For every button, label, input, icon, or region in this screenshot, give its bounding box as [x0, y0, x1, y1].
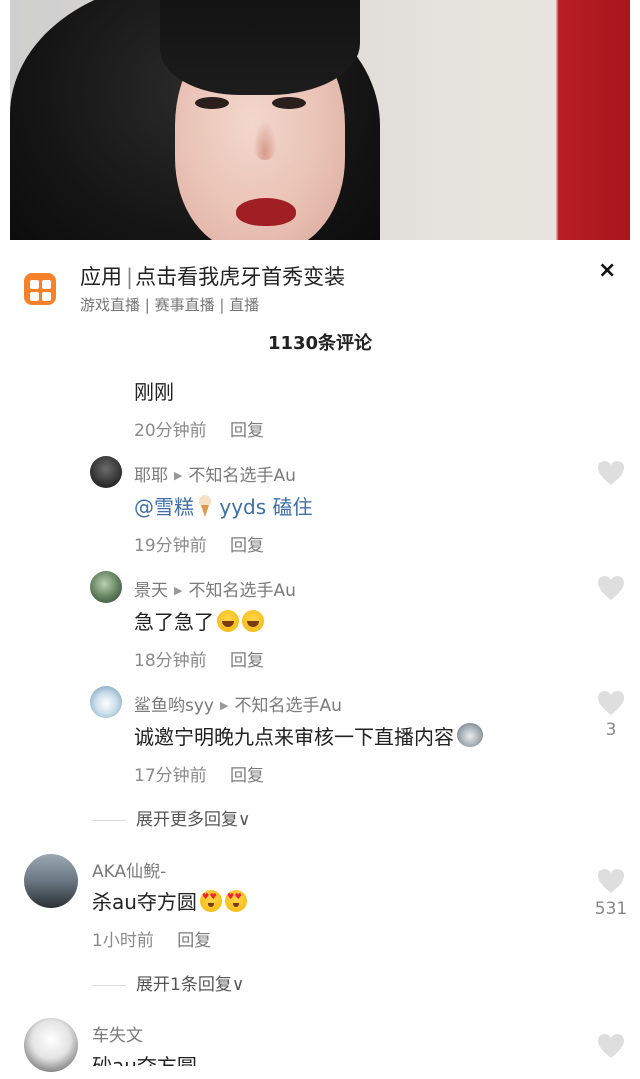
divider — [92, 984, 126, 986]
like-heart-icon[interactable] — [597, 690, 625, 716]
comment-text: 砂au夺方圆 — [92, 1050, 197, 1066]
like-heart-icon[interactable] — [597, 575, 625, 601]
chevron-down-icon: ∨ — [238, 810, 251, 830]
avatar[interactable] — [24, 854, 78, 908]
user-name[interactable]: 耶耶 — [134, 466, 168, 486]
reply-button[interactable]: 回复 — [230, 421, 264, 441]
ad-category: 应用 — [80, 265, 122, 289]
close-icon[interactable]: × — [598, 258, 616, 283]
ad-separator: | — [126, 265, 134, 289]
comment-text: 急了急了 — [134, 606, 264, 635]
heart-eyes-emoji-icon — [224, 890, 247, 912]
user-name[interactable]: 景天 — [134, 581, 168, 601]
avatar[interactable] — [24, 1018, 78, 1072]
comment-time: 19分钟前 — [134, 536, 207, 556]
user-name[interactable]: 鲨鱼哟syy — [134, 696, 214, 716]
reply-to-user[interactable]: 不知名选手Au — [188, 581, 295, 601]
reply-header: 耶耶 ▶ 不知名选手Au — [134, 461, 296, 486]
comment-time: 1小时前 — [92, 931, 154, 951]
comment-text: 杀au夺方圆 — [92, 886, 247, 915]
reply-button[interactable]: 回复 — [230, 651, 264, 671]
avatar[interactable] — [90, 456, 122, 488]
like-heart-icon[interactable] — [597, 868, 625, 894]
comment-meta: 19分钟前 回复 — [134, 531, 264, 556]
ad-title[interactable]: 应用 |点击看我虎牙首秀变装 — [80, 261, 345, 291]
comment-time: 20分钟前 — [134, 421, 207, 441]
reply-arrow-icon: ▶ — [174, 469, 183, 482]
reply-to-user[interactable]: 不知名选手Au — [234, 696, 341, 716]
comment-body: yyds 磕住 — [219, 495, 313, 519]
like-heart-icon[interactable] — [597, 460, 625, 486]
comment-time: 18分钟前 — [134, 651, 207, 671]
expand-label: 展开1条回复 — [136, 975, 232, 995]
heart-eyes-emoji-icon — [199, 890, 222, 912]
reply-header: 景天 ▶ 不知名选手Au — [134, 576, 296, 601]
comment-text: @雪糕 yyds 磕住 — [134, 491, 313, 520]
like-heart-icon[interactable] — [597, 1033, 625, 1059]
video-player[interactable] — [0, 0, 640, 243]
comment-body: 急了急了 — [134, 610, 214, 634]
comment-body: 诚邀宁明晚九点来审核一下直播内容 — [134, 725, 454, 749]
chevron-down-icon: ∨ — [231, 975, 245, 995]
comment-text: 诚邀宁明晚九点来审核一下直播内容 — [134, 721, 483, 750]
video-frame — [10, 0, 630, 240]
mention-link[interactable]: @雪糕 — [134, 495, 194, 519]
expand-more-replies-button[interactable]: 展开更多回复∨ — [92, 805, 250, 830]
reply-button[interactable]: 回复 — [230, 536, 264, 556]
reply-to-user[interactable]: 不知名选手Au — [188, 466, 295, 486]
comment-body: 砂au夺方圆 — [92, 1054, 197, 1066]
laughing-emoji-icon — [242, 610, 264, 632]
comments-count: 1130条评论 — [267, 333, 373, 354]
comment-meta: 18分钟前 回复 — [134, 646, 264, 671]
like-count: 3 — [605, 720, 617, 740]
reply-header: 鲨鱼哟syy ▶ 不知名选手Au — [134, 691, 342, 716]
like-count: 531 — [594, 899, 628, 919]
expand-label: 展开更多回复 — [136, 810, 238, 830]
comment-text: 刚刚 — [134, 380, 174, 404]
divider — [92, 819, 126, 821]
user-name[interactable]: 车失文 — [92, 1021, 143, 1046]
expand-replies-button[interactable]: 展开1条回复∨ — [92, 970, 244, 995]
app-grid-icon[interactable] — [24, 273, 56, 305]
reply-button[interactable]: 回复 — [177, 931, 211, 951]
reply-button[interactable]: 回复 — [230, 766, 264, 786]
comment-meta: 17分钟前 回复 — [134, 761, 264, 786]
avatar[interactable] — [90, 571, 122, 603]
comment-meta: 1小时前 回复 — [92, 926, 211, 951]
reply-arrow-icon: ▶ — [174, 584, 183, 597]
comment-body: 杀au夺方圆 — [92, 890, 197, 914]
ad-subtitle: 游戏直播 | 赛事直播 | 直播 — [80, 296, 260, 314]
husky-emoji-icon — [457, 723, 483, 747]
user-name[interactable]: AKA仙鲵- — [92, 857, 166, 882]
comment-meta: 20分钟前 回复 — [134, 416, 264, 441]
laughing-emoji-icon — [217, 610, 239, 632]
avatar[interactable] — [90, 686, 122, 718]
icecream-emoji-icon — [197, 495, 213, 517]
comment-time: 17分钟前 — [134, 766, 207, 786]
reply-arrow-icon: ▶ — [219, 699, 229, 712]
ad-title-text: 点击看我虎牙首秀变装 — [135, 265, 346, 289]
